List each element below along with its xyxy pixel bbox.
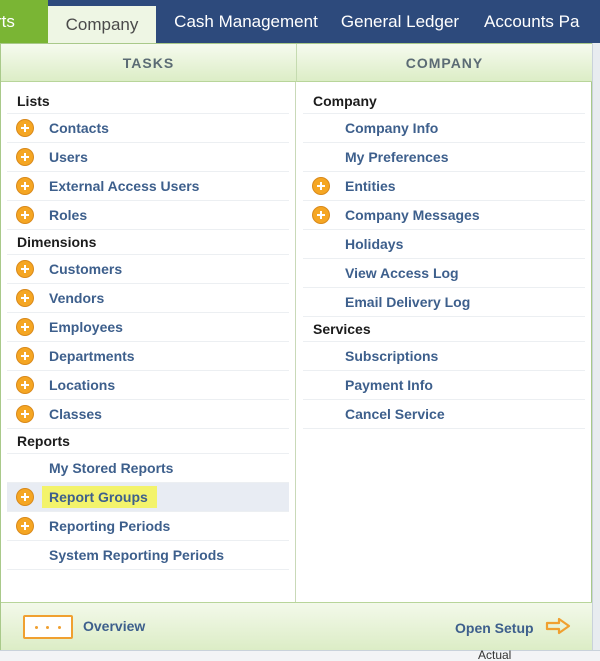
menu-item-company-info[interactable]: Company Info xyxy=(303,114,585,143)
menu-item-classes[interactable]: Classes xyxy=(7,400,289,429)
dot xyxy=(35,625,39,629)
menu-item-label: Locations xyxy=(49,377,116,393)
menu-item-label: Email Delivery Log xyxy=(345,294,471,310)
menu-item-label: Users xyxy=(49,149,88,165)
add-icon[interactable] xyxy=(16,405,34,423)
menu-item-label: Departments xyxy=(49,348,135,364)
tab-accounts-payable[interactable]: Accounts Pa xyxy=(464,0,600,43)
menu-item-label: Roles xyxy=(49,207,88,223)
overview-link[interactable]: Overview xyxy=(83,618,145,634)
menu-item-holidays[interactable]: Holidays xyxy=(303,230,585,259)
background-page-edge xyxy=(592,43,600,661)
menu-item-view-access-log[interactable]: View Access Log xyxy=(303,259,585,288)
menu-item-my-preferences[interactable]: My Preferences xyxy=(303,143,585,172)
menu-item-label: External Access Users xyxy=(49,178,200,194)
add-icon[interactable] xyxy=(16,177,34,195)
tasks-column-header: TASKS xyxy=(1,44,296,82)
tab-reports[interactable]: rts xyxy=(0,0,48,43)
section-services: Services xyxy=(303,317,585,342)
menu-item-label: My Stored Reports xyxy=(49,460,174,476)
menu-item-vendors[interactable]: Vendors xyxy=(7,284,289,313)
menu-item-label: Contacts xyxy=(49,120,109,136)
menu-item-external-access-users[interactable]: External Access Users xyxy=(7,172,289,201)
tab-general-ledger[interactable]: General Ledger xyxy=(336,0,464,43)
menu-item-my-stored-reports[interactable]: My Stored Reports xyxy=(7,454,289,483)
menu-item-departments[interactable]: Departments xyxy=(7,342,289,371)
open-setup-link[interactable]: Open Setup xyxy=(455,620,534,636)
dot xyxy=(46,625,50,629)
column-divider xyxy=(295,82,296,602)
menu-item-report-groups[interactable]: Report Groups xyxy=(7,483,289,512)
menu-item-email-delivery-log[interactable]: Email Delivery Log xyxy=(303,288,585,317)
menu-item-cancel-service[interactable]: Cancel Service xyxy=(303,400,585,429)
top-nav-bar: rts Company Cash Management General Ledg… xyxy=(0,0,600,43)
menu-item-label: Reporting Periods xyxy=(49,518,171,534)
add-icon[interactable] xyxy=(312,177,330,195)
company-column: Company Company Info My Preferences Enti… xyxy=(303,89,585,429)
add-icon[interactable] xyxy=(312,206,330,224)
menu-item-system-reporting-periods[interactable]: System Reporting Periods xyxy=(7,541,289,570)
add-icon[interactable] xyxy=(16,289,34,307)
add-icon[interactable] xyxy=(16,488,34,506)
menu-item-label: Report Groups xyxy=(42,486,157,508)
menu-item-label: Employees xyxy=(49,319,123,335)
add-icon[interactable] xyxy=(16,347,34,365)
menu-item-users[interactable]: Users xyxy=(7,143,289,172)
menu-item-roles[interactable]: Roles xyxy=(7,201,289,230)
menu-item-locations[interactable]: Locations xyxy=(7,371,289,400)
menu-item-label: System Reporting Periods xyxy=(49,547,225,563)
menu-item-contacts[interactable]: Contacts xyxy=(7,114,289,143)
menu-item-label: Payment Info xyxy=(345,377,433,393)
add-icon[interactable] xyxy=(16,119,34,137)
overview-icon[interactable] xyxy=(23,615,73,639)
company-column-header: COMPANY xyxy=(296,44,592,82)
tasks-column: Lists Contacts Users External Access Use… xyxy=(7,89,289,570)
menu-item-label: Cancel Service xyxy=(345,406,445,422)
menu-item-label: Company Messages xyxy=(345,207,480,223)
menu-item-entities[interactable]: Entities xyxy=(303,172,585,201)
add-icon[interactable] xyxy=(16,318,34,336)
menu-item-employees[interactable]: Employees xyxy=(7,313,289,342)
menu-item-label: View Access Log xyxy=(345,265,459,281)
section-lists: Lists xyxy=(7,89,289,114)
add-icon[interactable] xyxy=(16,148,34,166)
menu-item-label: Company Info xyxy=(345,120,439,136)
dot xyxy=(57,625,61,629)
menu-item-reporting-periods[interactable]: Reporting Periods xyxy=(7,512,289,541)
menu-item-customers[interactable]: Customers xyxy=(7,255,289,284)
menu-item-label: Vendors xyxy=(49,290,105,306)
menu-item-label: Holidays xyxy=(345,236,404,252)
add-icon[interactable] xyxy=(16,376,34,394)
menu-item-label: Subscriptions xyxy=(345,348,439,364)
section-company: Company xyxy=(303,89,585,114)
menu-item-label: Classes xyxy=(49,406,102,422)
add-icon[interactable] xyxy=(16,206,34,224)
tab-company[interactable]: Company xyxy=(48,6,156,43)
add-icon[interactable] xyxy=(16,260,34,278)
company-menu-panel: TASKS COMPANY Lists Contacts Users Exter… xyxy=(0,43,592,650)
menu-item-label: My Preferences xyxy=(345,149,449,165)
add-icon[interactable] xyxy=(16,517,34,535)
section-dimensions: Dimensions xyxy=(7,230,289,255)
section-reports: Reports xyxy=(7,429,289,454)
menu-footer: Overview Open Setup xyxy=(1,602,592,650)
menu-item-label: Customers xyxy=(49,261,123,277)
menu-item-company-messages[interactable]: Company Messages xyxy=(303,201,585,230)
tab-cash-management[interactable]: Cash Management xyxy=(156,0,336,43)
menu-item-payment-info[interactable]: Payment Info xyxy=(303,371,585,400)
arrow-right-icon[interactable] xyxy=(545,617,571,635)
menu-item-subscriptions[interactable]: Subscriptions xyxy=(303,342,585,371)
menu-item-label: Entities xyxy=(345,178,396,194)
